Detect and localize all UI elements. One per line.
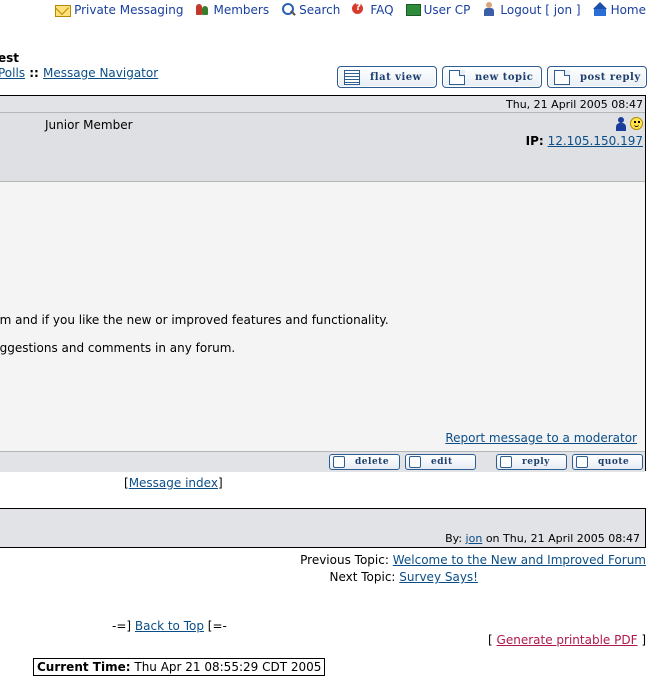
ip-label: IP:: [525, 134, 544, 148]
pdf-open-bracket: [: [488, 633, 493, 647]
report-moderator-link[interactable]: Report message to a moderator: [445, 431, 637, 445]
new-topic-button[interactable]: new topic: [442, 66, 542, 88]
ip-link[interactable]: 12.105.150.197: [548, 134, 643, 148]
trash-icon: [333, 456, 345, 468]
nav-logout[interactable]: Logout [ jon ]: [482, 2, 581, 17]
post-reply-label: post reply: [580, 71, 641, 83]
topic-title: est: [0, 51, 20, 65]
members-icon: [195, 2, 210, 17]
printable-pdf: [ Generate printable PDF ]: [488, 633, 646, 647]
nav-faq-label: FAQ: [370, 2, 394, 17]
back-to-top-link[interactable]: Back to Top: [135, 619, 204, 633]
previous-topic-link[interactable]: Welcome to the New and Improved Forum: [393, 553, 646, 567]
flat-view-button[interactable]: flat view: [337, 66, 437, 88]
reply-button[interactable]: reply: [496, 454, 567, 470]
nav-faq[interactable]: FAQ: [352, 2, 394, 17]
post-date: Thu, 21 April 2005 08:47: [506, 98, 643, 111]
thread-summary-box: By: jon on Thu, 21 April 2005 08:47: [0, 508, 646, 548]
nav-user-cp[interactable]: User CP: [405, 2, 471, 17]
nav-user-cp-label: User CP: [423, 2, 471, 17]
previous-topic-row: Previous Topic: Welcome to the New and I…: [300, 552, 646, 569]
by-label: By:: [445, 532, 463, 545]
back-to-top: -=] Back to Top [=-: [112, 619, 227, 633]
message-index-close-bracket: ]: [217, 476, 223, 490]
current-time-value: Thu Apr 21 08:55:29 CDT 2005: [134, 660, 322, 674]
thread-byline: By: jon on Thu, 21 April 2005 08:47: [445, 532, 640, 545]
user-profile-icon[interactable]: [616, 117, 626, 131]
nav-private-messaging[interactable]: Private Messaging: [55, 3, 183, 17]
post-body-line-1: um and if you like the new or improved f…: [0, 313, 389, 327]
smiley-icon: [630, 117, 643, 130]
message-index-link[interactable]: Message index: [129, 476, 218, 490]
post-reply-button[interactable]: post reply: [547, 66, 647, 88]
topic-navigation: Previous Topic: Welcome to the New and I…: [300, 552, 646, 586]
control-panel-icon: [405, 2, 421, 17]
nav-home-label: Home: [610, 2, 646, 17]
by-date: on Thu, 21 April 2005 08:47: [485, 532, 640, 545]
next-topic-link[interactable]: Survey Says!: [399, 570, 478, 584]
edit-icon: [409, 456, 421, 468]
author-link[interactable]: jon: [466, 532, 483, 545]
next-topic-label: Next Topic:: [329, 570, 396, 584]
new-topic-label: new topic: [475, 71, 534, 83]
next-topic-row: Next Topic: Survey Says!: [300, 569, 646, 586]
delete-label: delete: [355, 457, 390, 467]
post-reply-icon: [554, 69, 570, 85]
flat-view-label: flat view: [370, 71, 422, 83]
back-to-top-prefix: -=]: [112, 619, 132, 633]
current-time-box: Current Time: Thu Apr 21 08:55:29 CDT 20…: [33, 658, 326, 676]
nav-members[interactable]: Members: [195, 2, 269, 17]
reply-icon: [500, 456, 512, 468]
breadcrumb-polls[interactable]: Polls: [0, 66, 25, 80]
home-icon: [592, 2, 608, 17]
breadcrumb: Polls :: Message Navigator: [0, 66, 158, 80]
nav-logout-label: Logout [ jon ]: [500, 2, 581, 17]
breadcrumb-message-navigator[interactable]: Message Navigator: [43, 66, 158, 80]
nav-private-messaging-label: Private Messaging: [74, 2, 184, 17]
breadcrumb-separator: ::: [25, 66, 44, 80]
pdf-close-bracket: ]: [641, 633, 646, 647]
search-icon: [281, 2, 296, 17]
post-action-bar: delete edit reply quote: [0, 451, 645, 472]
post-container: Thu, 21 April 2005 08:47 Junior Member I…: [0, 95, 646, 472]
ip-address: IP: 12.105.150.197: [526, 134, 643, 148]
nav-home[interactable]: Home: [592, 2, 646, 17]
quote-icon: [576, 456, 588, 468]
nav-search[interactable]: Search: [281, 2, 340, 17]
current-time-label: Current Time:: [37, 660, 131, 674]
top-navigation: Private Messaging Members Search FAQ Use…: [55, 2, 646, 17]
envelope-icon: [55, 4, 72, 17]
delete-button[interactable]: delete: [329, 454, 400, 470]
nav-search-label: Search: [299, 2, 341, 17]
author-info: Junior Member IP: 12.105.150.197: [0, 113, 645, 182]
flat-view-icon: [344, 69, 360, 85]
previous-topic-label: Previous Topic:: [300, 553, 389, 567]
back-to-top-suffix: [=-: [207, 619, 227, 633]
new-topic-icon: [449, 69, 465, 85]
edit-label: edit: [431, 457, 453, 467]
quote-label: quote: [598, 457, 630, 467]
member-rank: Junior Member: [45, 118, 133, 132]
user-icon: [482, 2, 497, 17]
generate-pdf-link[interactable]: Generate printable PDF: [497, 633, 638, 647]
message-index: [Message index]: [124, 476, 223, 490]
post-body-line-2: uggestions and comments in any forum.: [0, 341, 236, 355]
quote-button[interactable]: quote: [572, 454, 643, 470]
question-icon: [352, 2, 367, 17]
post-header-bar: Thu, 21 April 2005 08:47: [0, 96, 645, 113]
nav-members-label: Members: [213, 2, 270, 17]
reply-label: reply: [522, 457, 550, 467]
edit-button[interactable]: edit: [405, 454, 476, 470]
